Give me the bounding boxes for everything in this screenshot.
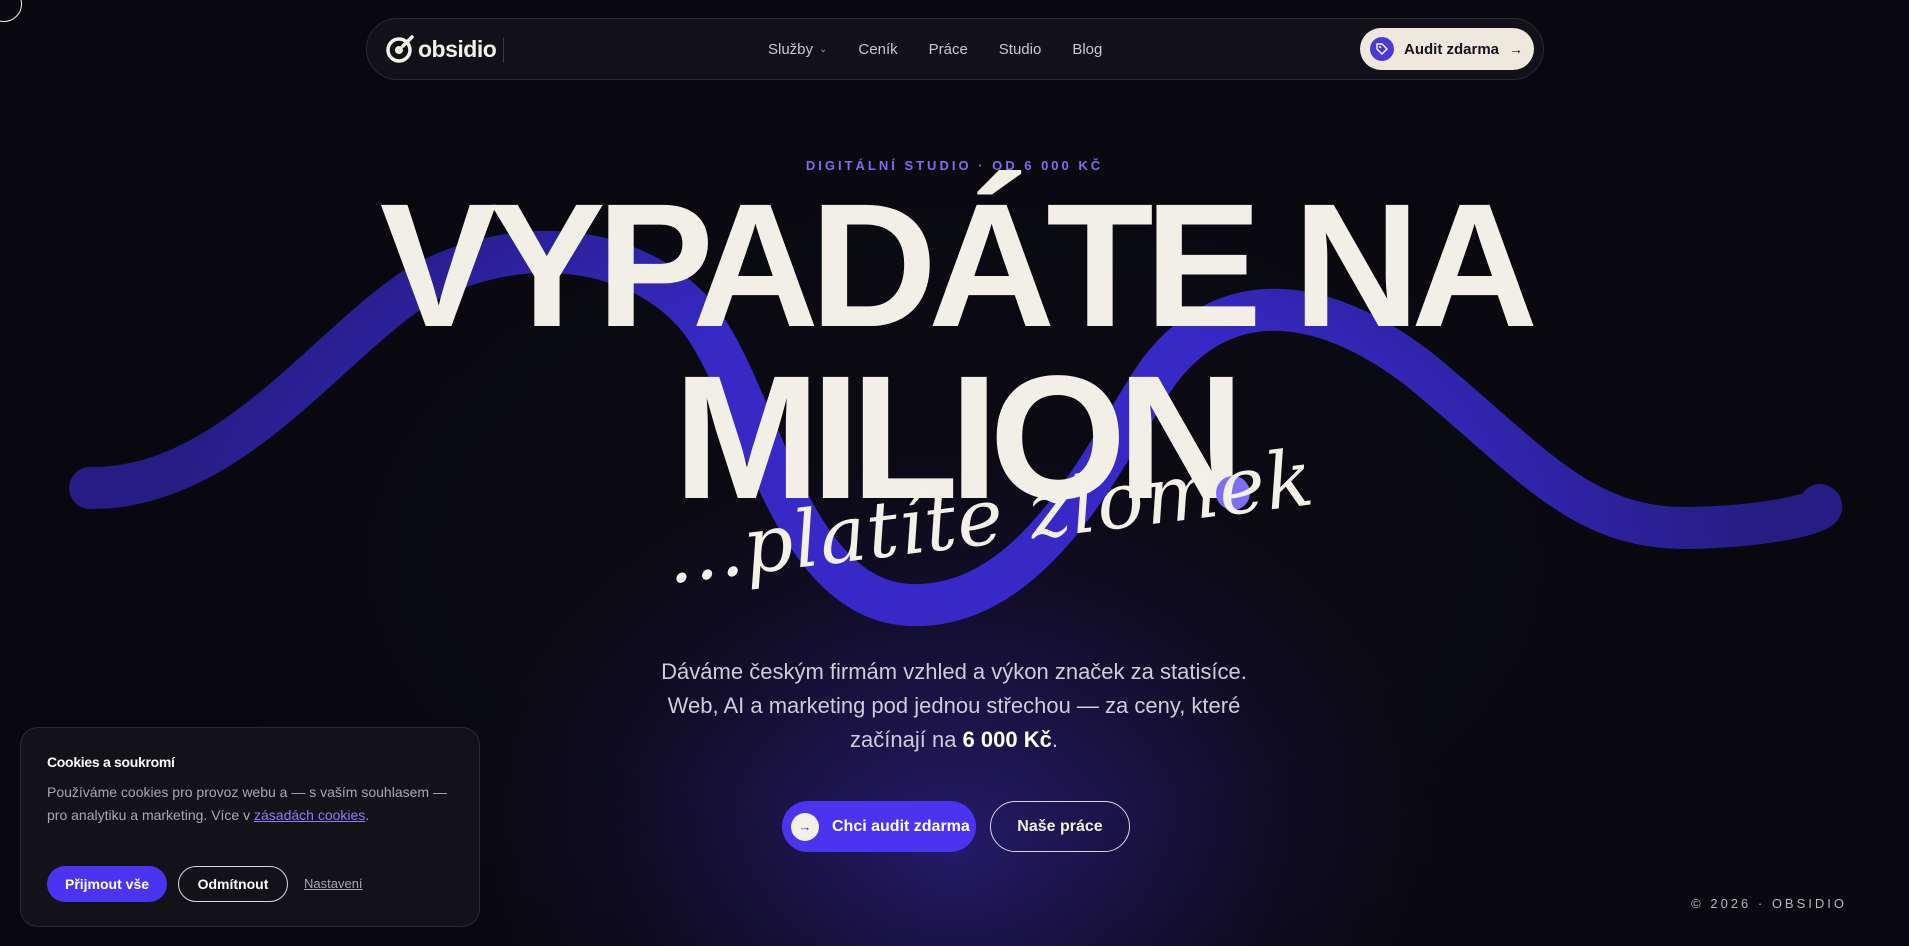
nav-link-blog[interactable]: Blog [1072, 41, 1102, 58]
cookie-text: Používáme cookies pro provoz webu a — s … [47, 781, 457, 827]
logo[interactable]: obsidio [385, 34, 497, 64]
cookie-banner: Cookies a soukromí Používáme cookies pro… [20, 727, 480, 927]
lead-text: Dáváme českým firmám vzhled a výkon znač… [661, 659, 1247, 752]
nav-link-cenik[interactable]: Ceník [858, 41, 897, 58]
hero-lead: Dáváme českým firmám vzhled a výkon znač… [646, 655, 1262, 757]
nav-link-prace[interactable]: Práce [929, 41, 968, 58]
audit-cta-button[interactable]: Audit zdarma → [1360, 28, 1534, 70]
top-nav: obsidio Služby ⌄ Ceník Práce Studio Blog… [366, 18, 1544, 80]
cookie-policy-link[interactable]: zásadách cookies [254, 807, 365, 823]
obsidio-logo-icon [386, 35, 414, 63]
hero-headline-line1: VYPADÁTE NA [379, 168, 1538, 364]
nav-links: Služby ⌄ Ceník Práce Studio Blog [768, 19, 1133, 79]
accept-all-button[interactable]: Přijmout vše [47, 866, 167, 902]
our-work-button[interactable]: Naše práce [990, 801, 1130, 852]
lead-price: 6 000 Kč [962, 727, 1052, 752]
cookie-settings-link[interactable]: Nastavení [304, 876, 363, 891]
tag-icon [1370, 37, 1394, 61]
audit-cta-label: Audit zdarma [1404, 40, 1500, 58]
primary-button-label: Chci audit zdarma [832, 817, 970, 835]
nav-link-sluzby[interactable]: Služby ⌄ [768, 41, 827, 58]
nav-link-label: Studio [998, 40, 1042, 58]
cookie-text-body: Používáme cookies pro provoz webu a — s … [47, 784, 447, 823]
nav-link-label: Práce [928, 40, 968, 58]
logo-divider [503, 37, 504, 63]
nav-link-studio[interactable]: Studio [999, 41, 1042, 58]
arrow-right-icon: → [791, 812, 819, 841]
cookie-title: Cookies a soukromí [47, 754, 175, 770]
logo-text: obsidio [418, 35, 497, 62]
lead-end: . [1051, 727, 1058, 752]
cookie-text-end: . [365, 807, 370, 823]
nav-link-label: Služby [768, 40, 814, 58]
nav-link-label: Ceník [858, 40, 898, 58]
nav-link-label: Blog [1072, 40, 1103, 58]
reject-button[interactable]: Odmítnout [178, 866, 288, 902]
chevron-down-icon: ⌄ [819, 43, 828, 55]
arrow-right-icon: → [1509, 41, 1524, 57]
audit-primary-button[interactable]: → Chci audit zdarma [782, 801, 976, 852]
copyright-note: © 2026 · OBSIDIO [1691, 896, 1847, 911]
